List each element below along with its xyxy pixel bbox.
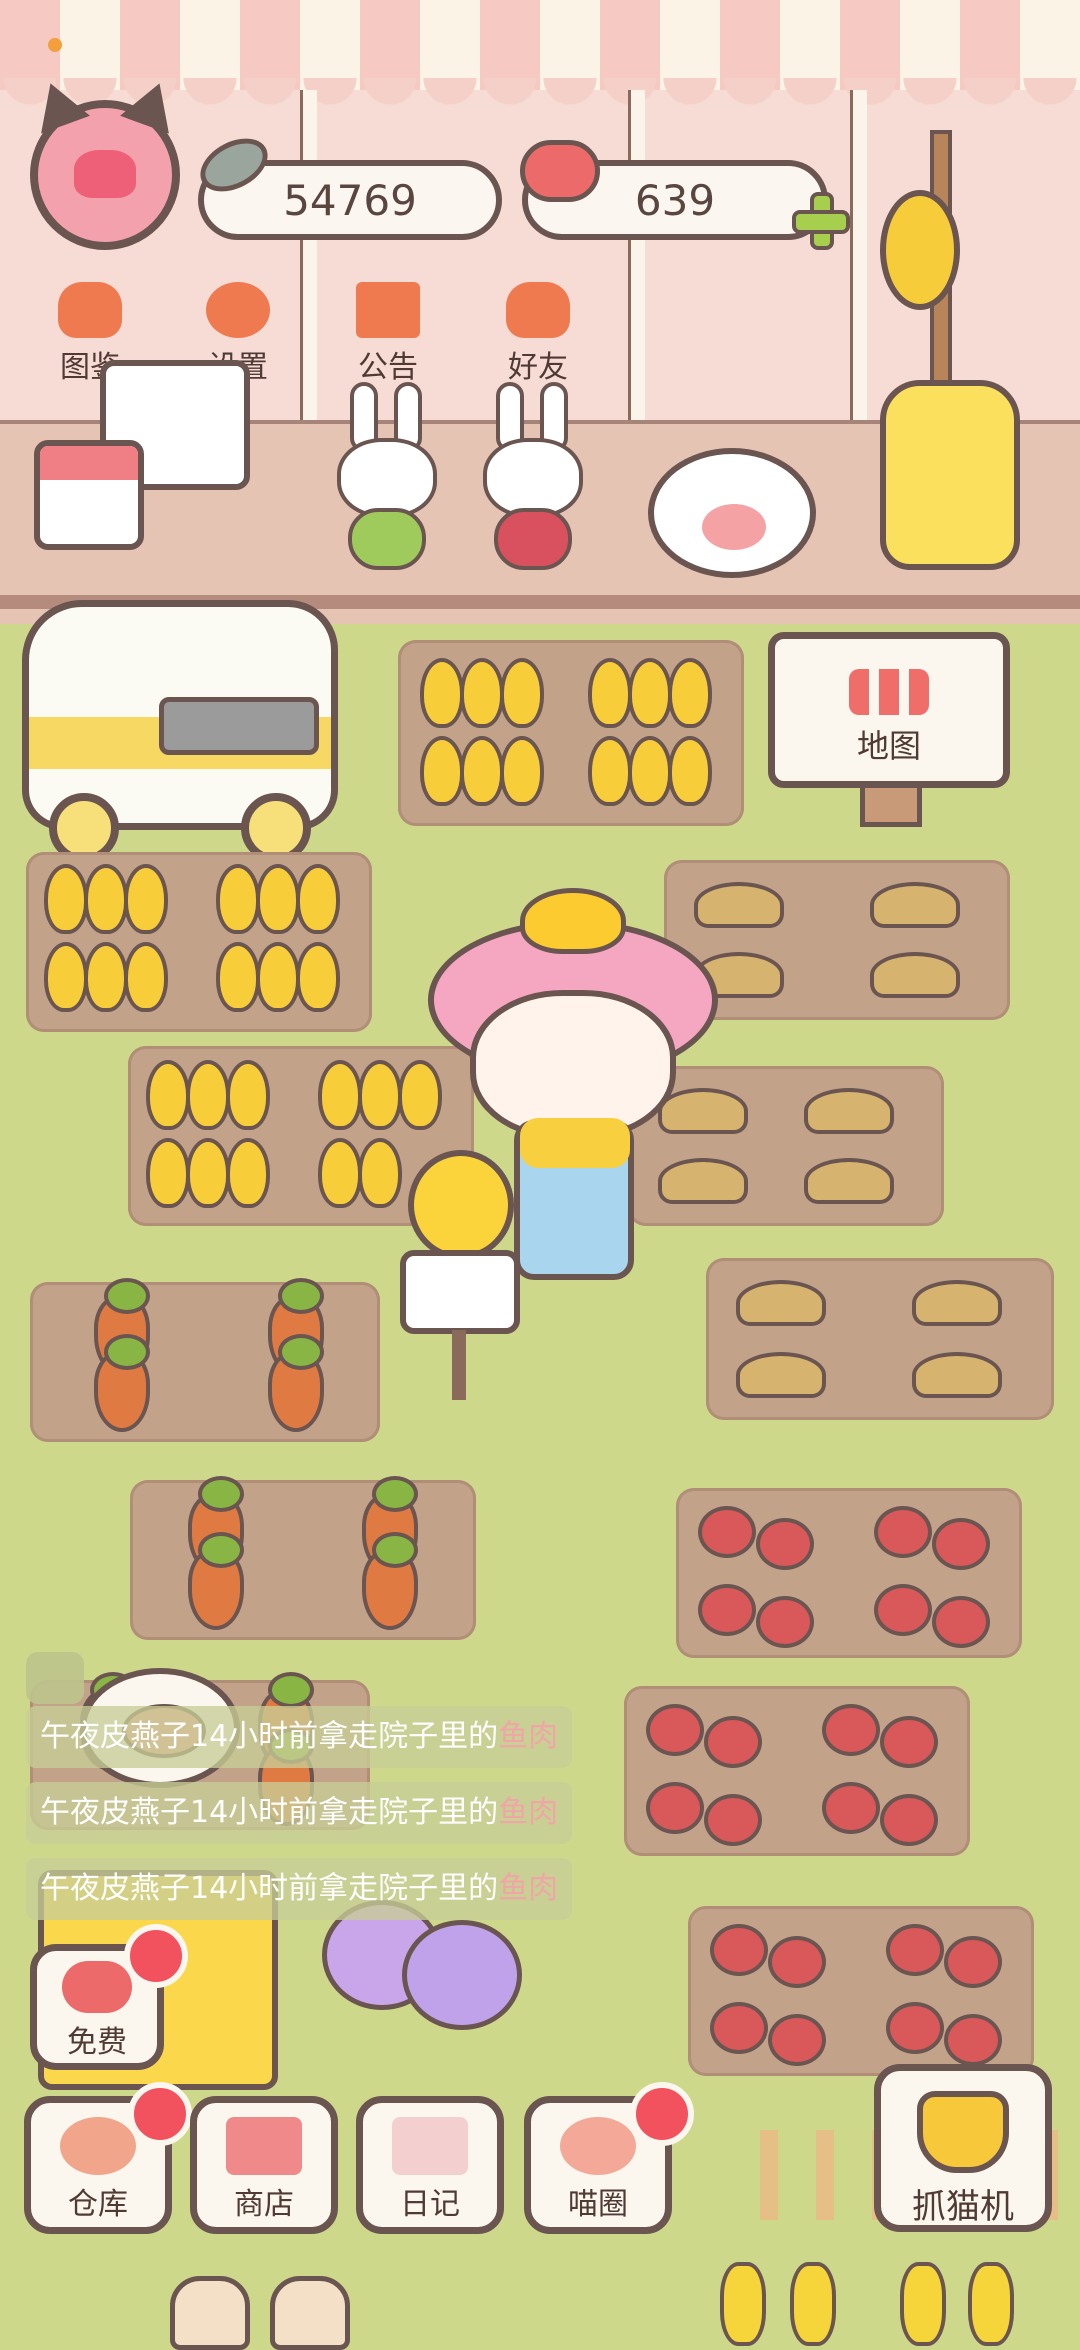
message-item: 鱼肉 (498, 1871, 559, 1906)
seed-sack (270, 2276, 350, 2350)
scarecrow[interactable] (408, 1150, 514, 1260)
poop-icon (74, 150, 136, 198)
window-frame (628, 90, 645, 420)
potato-plot[interactable] (628, 1066, 944, 1226)
map-button[interactable]: 地图 (768, 632, 1010, 788)
add-hearts-button[interactable] (790, 190, 850, 250)
paw-cushion[interactable] (648, 448, 816, 578)
wheat-plot[interactable] (398, 640, 744, 826)
heart-icon (62, 1961, 132, 2013)
feed-message: 午夜皮燕子14小时前拿走院子里的鱼肉 (26, 1782, 572, 1844)
chat-toggle-icon[interactable] (26, 1652, 84, 1704)
feed-message: 午夜皮燕子14小时前拿走院子里的鱼肉 (26, 1706, 572, 1768)
shop-label: 商店 (234, 2187, 294, 2222)
avatar[interactable] (30, 100, 180, 250)
straw-hat[interactable] (880, 190, 960, 310)
heart-icon (520, 140, 600, 202)
bunny-figure[interactable] (332, 382, 442, 572)
diary-label: 日记 (400, 2187, 460, 2222)
corn-crop (790, 2262, 836, 2346)
menu-friends-button[interactable]: 好友 (478, 282, 598, 392)
gift-icon (356, 282, 420, 338)
window-frame (300, 90, 317, 420)
wheat-plot[interactable] (26, 852, 372, 1032)
claw-machine-label: 抓猫机 (912, 2187, 1014, 2227)
free-label: 免费 (67, 2025, 127, 2060)
storage-label: 仓库 (68, 2187, 128, 2222)
message-text: 午夜皮燕子14小时前拿走院子里的 (40, 1719, 499, 1754)
sign-post (860, 788, 922, 827)
status-dot (48, 38, 62, 52)
diary-icon (392, 2117, 468, 2175)
cat-planet-icon (560, 2117, 636, 2175)
notification-badge (630, 2082, 694, 2146)
tomato-plot[interactable] (624, 1686, 970, 1856)
scarecrow-pole (452, 1330, 466, 1400)
corn-crop (900, 2262, 946, 2346)
message-item: 鱼肉 (498, 1795, 559, 1830)
menu-label: 好友 (508, 350, 568, 385)
camper-van[interactable] (22, 600, 338, 863)
feed-message: 午夜皮燕子14小时前拿走院子里的鱼肉 (26, 1858, 572, 1920)
corn-crop (968, 2262, 1014, 2346)
menu-label: 公告 (358, 350, 418, 385)
heart-count: 639 (634, 175, 716, 225)
window-frame (850, 90, 867, 420)
seed-sack (170, 2276, 250, 2350)
tomato-plot[interactable] (676, 1488, 1022, 1658)
claw-icon (917, 2091, 1009, 2173)
potato-plot[interactable] (706, 1258, 1054, 1420)
raincoat[interactable] (880, 380, 1020, 570)
map-label: 地图 (856, 727, 921, 765)
duck-hat-icon (520, 888, 626, 954)
storage-bowl-icon (60, 2117, 136, 2175)
menu-announcement-button[interactable]: 公告 (328, 282, 448, 392)
carrot-plot[interactable] (30, 1278, 380, 1442)
calendar-icon[interactable] (34, 440, 144, 550)
cat-face-icon (58, 282, 122, 338)
awning (0, 0, 1080, 90)
hydrangea-pot[interactable] (322, 1900, 522, 2060)
message-text: 午夜皮燕子14小时前拿走院子里的 (40, 1795, 499, 1830)
notification-badge (124, 1924, 188, 1988)
tomato-plot[interactable] (688, 1906, 1034, 2076)
claw-machine-button[interactable]: 抓猫机 (874, 2064, 1052, 2232)
message-text: 午夜皮燕子14小时前拿走院子里的 (40, 1871, 499, 1906)
diary-button[interactable]: 日记 (356, 2096, 504, 2234)
fish-count: 54769 (283, 175, 417, 225)
notification-badge (128, 2082, 192, 2146)
bunny-figure[interactable] (478, 382, 588, 572)
shop-button[interactable]: 商店 (190, 2096, 338, 2234)
corn-crop (720, 2262, 766, 2346)
message-item: 鱼肉 (498, 1719, 559, 1754)
scarecrow-body (400, 1250, 520, 1334)
friends-icon (506, 282, 570, 338)
girl-shirt (520, 1118, 630, 1168)
cat-circle-label: 喵圈 (568, 2187, 628, 2222)
gear-icon (206, 282, 270, 338)
carrot-plot[interactable] (130, 1476, 476, 1640)
shop-icon (226, 2117, 302, 2175)
fence-icon (849, 669, 929, 715)
